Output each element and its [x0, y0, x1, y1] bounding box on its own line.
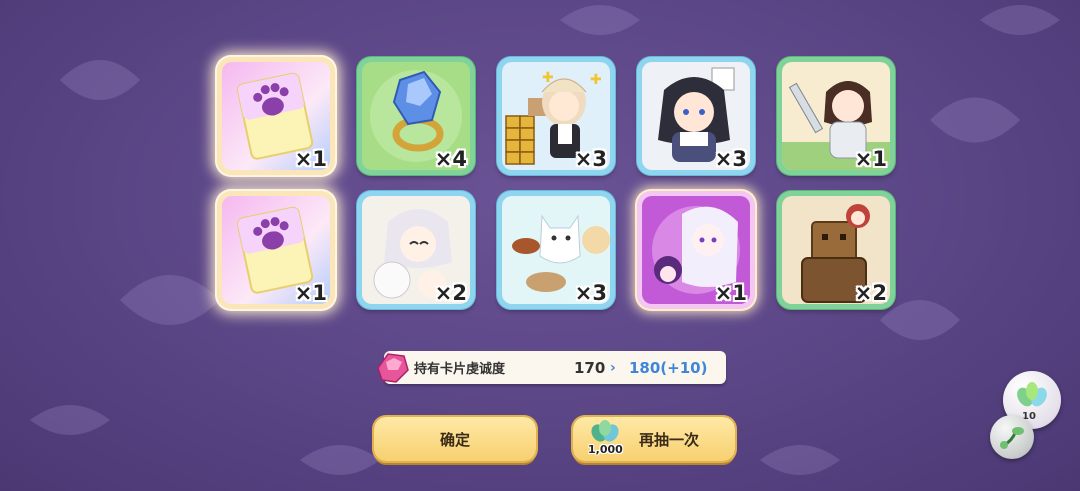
- side-sprout-item[interactable]: [990, 415, 1034, 459]
- affinity-label: 持有卡片虔诚度: [414, 362, 506, 377]
- reward-card[interactable]: ×1: [217, 57, 335, 175]
- reward-card[interactable]: ×1: [637, 191, 755, 309]
- reward-grid: ×1 ×4 ✚ ✚ ×3 ×3 ×1 ×1 ×2 ×3 ×1 ×2: [217, 57, 895, 309]
- sprout-icon: [1000, 427, 1024, 449]
- confirm-button[interactable]: 确定: [374, 417, 536, 461]
- affinity-bar: 持有卡片虔诚度 170 › 180(+10): [377, 351, 726, 384]
- clover-currency-icon: [591, 420, 619, 442]
- reward-count: ×2: [854, 281, 887, 305]
- pink-crystal-icon: [377, 353, 409, 383]
- reward-card[interactable]: ×2: [357, 191, 475, 309]
- draw-again-button[interactable]: 1,000 再抽一次: [573, 417, 735, 461]
- affinity-next-value: 180(+10): [629, 358, 708, 377]
- reward-count: ×1: [294, 147, 327, 171]
- reward-count: ×1: [714, 281, 747, 305]
- reward-count: ×3: [714, 147, 747, 171]
- reward-count: ×3: [574, 147, 607, 171]
- svg-text:✚: ✚: [590, 72, 602, 88]
- affinity-current-value: 170: [574, 358, 606, 377]
- reward-card[interactable]: ×1: [217, 191, 335, 309]
- reward-card[interactable]: ×1: [777, 57, 895, 175]
- draw-again-label: 再抽一次: [639, 430, 700, 449]
- reward-count: ×3: [574, 281, 607, 305]
- reward-count: ×1: [854, 147, 887, 171]
- reward-card[interactable]: ×3: [637, 57, 755, 175]
- reward-card[interactable]: ×4: [357, 57, 475, 175]
- reward-card[interactable]: ×3: [497, 191, 615, 309]
- reward-count: ×2: [434, 281, 467, 305]
- affinity-arrow: ›: [610, 359, 616, 376]
- reward-count: ×4: [434, 147, 467, 171]
- confirm-button-label: 确定: [439, 430, 470, 449]
- reward-card[interactable]: ×2: [777, 191, 895, 309]
- svg-text:✚: ✚: [542, 70, 554, 86]
- reward-card[interactable]: ✚ ✚ ×3: [497, 57, 615, 175]
- reward-count: ×1: [294, 281, 327, 305]
- draw-cost: 1,000: [588, 443, 623, 456]
